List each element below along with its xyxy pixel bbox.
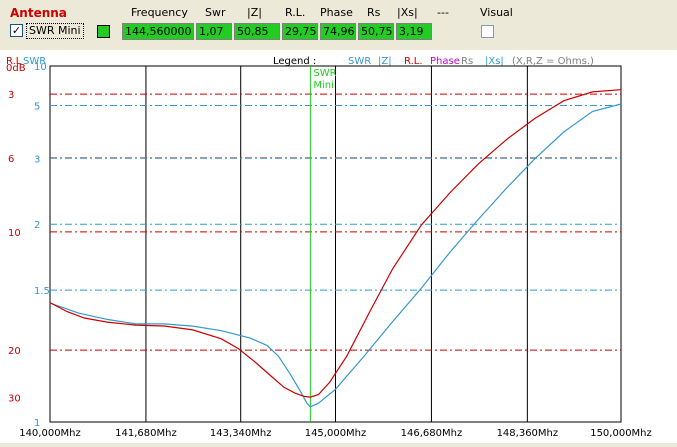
rs-header: Rs [367,6,381,19]
swr-mini-checkbox[interactable]: ✓ [10,24,23,37]
swr-value: 1,07 [196,23,232,40]
chart-area: R.L SWR Legend : SWR |Z| R.L. Phase Rs |Xs| (X,R,… [0,50,677,443]
x-tick-label: 148,360Mhz [497,428,559,439]
x-tick-label: 141,680Mhz [115,428,177,439]
rl-value: 29,75 [282,23,318,40]
visual-checkbox[interactable] [481,25,494,38]
visual-header: Visual [480,6,513,19]
legend-item: |Z| [378,56,392,67]
swr-tick-label: 1 [34,418,40,429]
swr-tick-label: 5 [34,102,40,113]
marker-label: SWR [313,68,336,79]
phase-header: Phase [320,6,353,19]
swr-header: Swr [205,6,226,19]
phase-value: 74,96 [320,23,356,40]
rl-tick-label: 3 [8,90,14,101]
z-value: 50,85 [234,23,280,40]
x-tick-label: 146,680Mhz [401,428,463,439]
legend-item: (X,R,Z = Ohms.) [512,56,594,67]
legend-item: Phase [430,56,460,67]
swr-mini-label[interactable]: SWR Mini [26,23,84,39]
swr-tick-label: 1.5 [34,286,50,297]
antenna-title: Antenna [10,6,67,20]
swr-tick-label: 3 [34,154,40,165]
legend-item: SWR [348,56,371,67]
swr-tick-label: 10 [34,62,47,73]
rl-tick-label: 0dB [6,63,26,74]
rl-tick-label: 6 [8,154,14,165]
x-tick-label: 140,000Mhz [19,428,81,439]
measurement-panel: Antenna ✓ SWR Mini Frequency Swr |Z| R.L… [0,0,677,51]
rs-value: 50,75 [358,23,394,40]
xs-value: 3,19 [396,23,432,40]
x-tick-label: 145,000Mhz [305,428,367,439]
swr-tick-label: 2 [34,220,40,231]
rl-tick-label: 20 [8,346,21,357]
legend-item: R.L. [404,56,423,67]
rl-header: R.L. [285,6,306,19]
rl-tick-label: 30 [8,394,21,405]
legend-label: Legend : [273,56,316,67]
z-header: |Z| [247,6,262,19]
chart-svg: R.L SWR Legend : SWR |Z| R.L. Phase Rs |Xs| (X,R,… [6,56,652,439]
frequency-value: 144,560000 [122,23,194,40]
legend-item: |Xs| [485,56,504,67]
x-tick-label: 150,000Mhz [590,428,652,439]
rl-tick-label: 10 [8,228,21,239]
legend-item: Rs [461,56,473,67]
xs-header: |Xs| [397,6,418,19]
color-swatch[interactable] [97,25,110,38]
x-tick-label: 143,340Mhz [210,428,272,439]
marker-label: Mini [313,80,334,91]
frequency-header: Frequency [131,6,188,19]
dash-header: --- [437,6,449,19]
